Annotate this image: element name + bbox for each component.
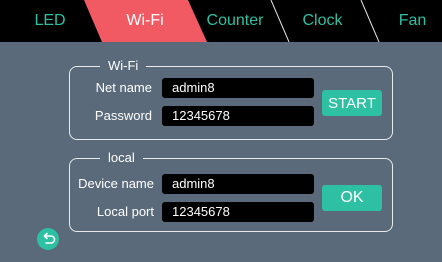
- net-name-field[interactable]: admin8: [162, 78, 314, 98]
- password-field[interactable]: 12345678: [162, 106, 314, 126]
- local-port-label: Local port: [96, 204, 154, 219]
- tab-counter[interactable]: Counter: [195, 0, 275, 42]
- local-group-title: local: [100, 150, 143, 166]
- tab-clock[interactable]: Clock: [285, 0, 360, 42]
- back-arrow-icon: [43, 232, 56, 244]
- tab-wifi[interactable]: Wi-Fi: [100, 0, 190, 42]
- ok-button[interactable]: OK: [322, 185, 382, 211]
- back-button[interactable]: [37, 228, 59, 250]
- device-name-field[interactable]: admin8: [162, 174, 314, 194]
- start-button[interactable]: START: [322, 90, 382, 116]
- device-name-label: Device name: [78, 176, 154, 191]
- password-label: Password: [94, 108, 152, 123]
- tab-fan[interactable]: Fan: [385, 0, 440, 42]
- net-name-label: Net name: [95, 80, 152, 95]
- wifi-group-title: Wi-Fi: [100, 58, 147, 74]
- local-port-field[interactable]: 12345678: [162, 202, 314, 222]
- tab-led[interactable]: LED: [10, 0, 90, 42]
- tab-bar: LED Wi-Fi Counter Clock Fan: [0, 0, 442, 42]
